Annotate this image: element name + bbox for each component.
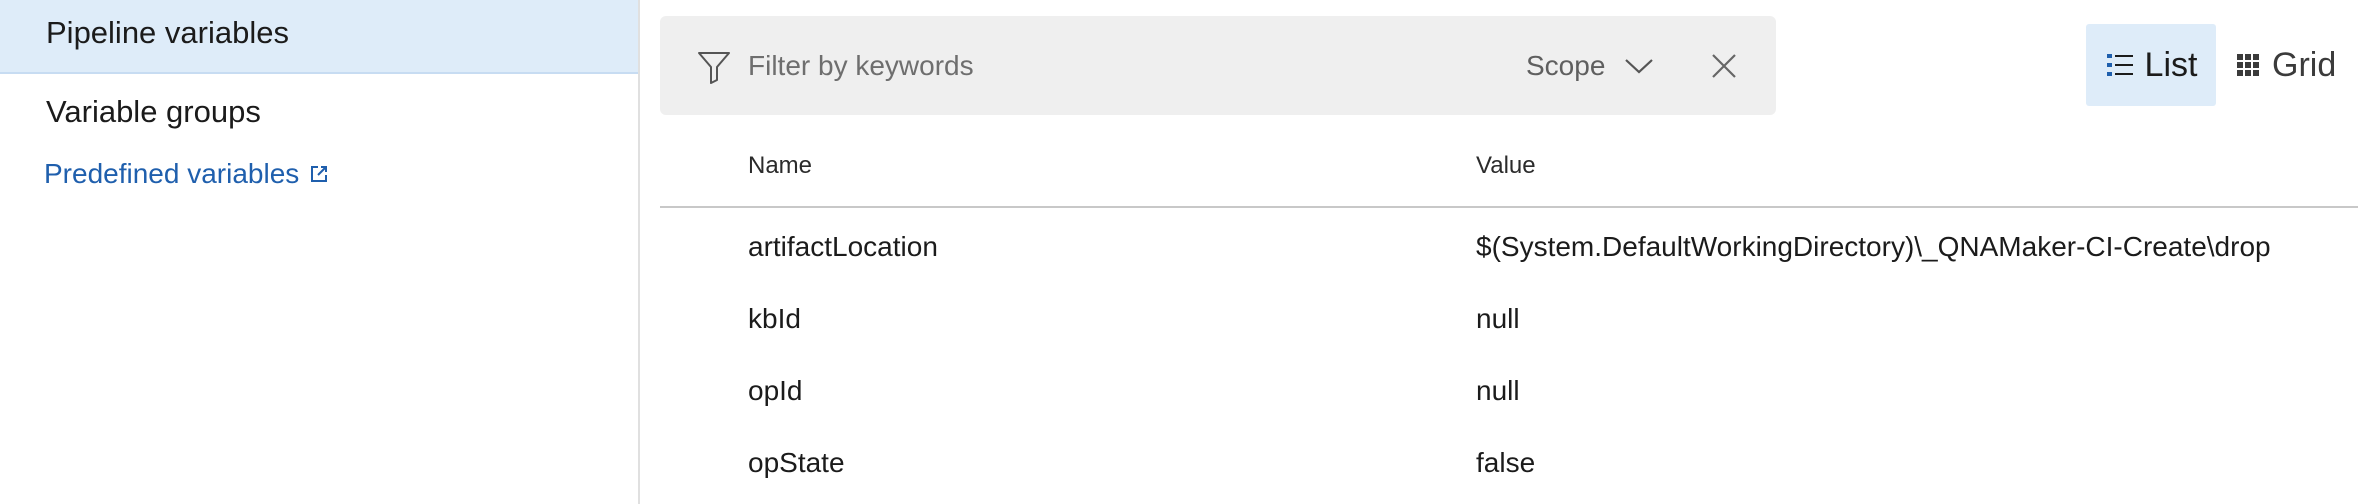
grid-view-button[interactable]: Grid — [2236, 24, 2356, 106]
filter-keywords-input[interactable] — [746, 38, 1250, 94]
variable-value: null — [1476, 375, 1520, 406]
table-row[interactable]: opId null — [660, 357, 2358, 429]
sidebar-item-pipeline-variables[interactable]: Pipeline variables — [0, 0, 638, 74]
chevron-down-icon — [1625, 59, 1654, 74]
grid-icon — [2237, 54, 2259, 76]
variable-name: opState — [748, 447, 845, 478]
variable-value: false — [1476, 447, 1536, 478]
predefined-variables-link-label: Predefined variables — [44, 158, 300, 189]
sidebar: Pipeline variables Variable groups Prede… — [0, 0, 640, 504]
table-body: artifactLocation $(System.DefaultWorking… — [660, 208, 2358, 501]
grid-view-label: Grid — [2272, 45, 2337, 84]
close-icon[interactable] — [1710, 52, 1738, 80]
variable-name: artifactLocation — [748, 231, 938, 262]
variable-name: opId — [748, 375, 803, 406]
predefined-variables-link[interactable]: Predefined variables — [44, 158, 329, 190]
column-header-value[interactable]: Value — [1476, 152, 1536, 180]
list-view-button[interactable]: List — [2086, 24, 2216, 106]
list-icon — [2106, 54, 2133, 76]
external-link-icon — [311, 166, 328, 182]
table-row[interactable]: kbId null — [660, 285, 2358, 357]
scope-dropdown[interactable]: Scope — [1526, 46, 1655, 86]
filter-bar: Scope — [660, 16, 1776, 115]
sidebar-item-variable-groups[interactable]: Variable groups — [0, 84, 638, 140]
scope-label: Scope — [1526, 50, 1606, 81]
variable-name: kbId — [748, 303, 801, 334]
filter-icon — [698, 52, 730, 84]
column-header-name[interactable]: Name — [748, 152, 812, 180]
table-row[interactable]: opState false — [660, 429, 2358, 501]
variable-value: $(System.DefaultWorkingDirectory)\_QNAMa… — [1476, 231, 2271, 262]
variable-value: null — [1476, 303, 1520, 334]
table-row[interactable]: artifactLocation $(System.DefaultWorking… — [660, 213, 2358, 285]
table-header: Name Value — [660, 130, 2358, 208]
variables-table: Name Value artifactLocation $(System.Def… — [660, 130, 2358, 501]
list-view-label: List — [2144, 45, 2198, 84]
